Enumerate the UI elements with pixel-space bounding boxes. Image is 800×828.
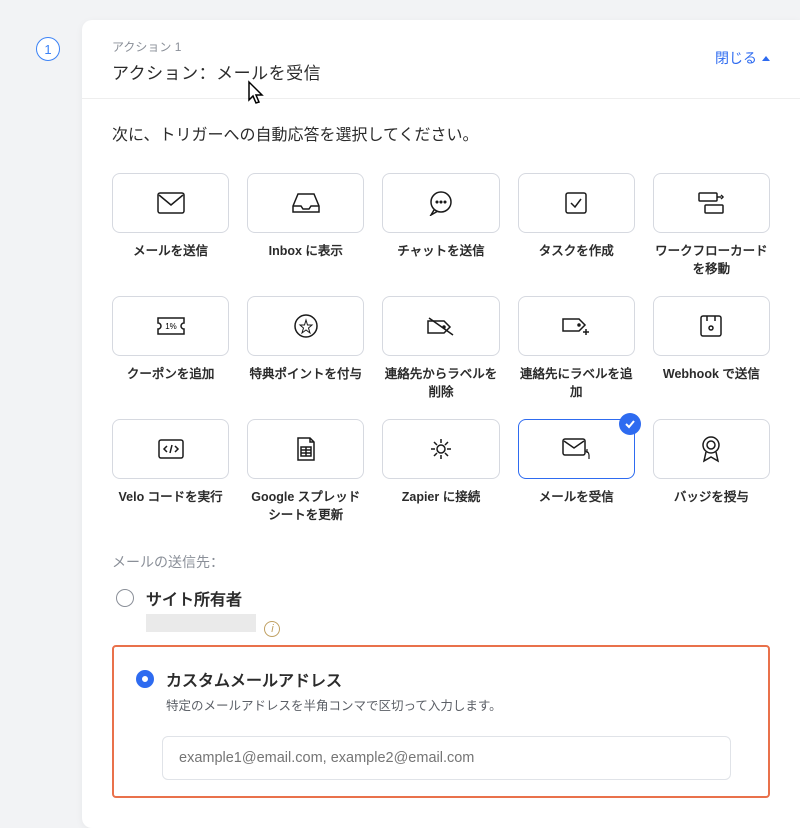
radio-label: カスタムメールアドレス <box>166 667 502 691</box>
highlighted-section: カスタムメールアドレス 特定のメールアドレスを半角コンマで区切って入力します。 <box>112 645 770 798</box>
tile-chat[interactable]: チャットを送信 <box>382 173 499 278</box>
tile-label: Velo コードを実行 <box>112 489 229 507</box>
label-remove-icon <box>426 315 456 337</box>
radio-site-owner[interactable]: サイト所有者 i <box>116 586 770 637</box>
mail-icon <box>157 192 185 214</box>
task-icon <box>564 191 588 215</box>
tile-label: 特典ポイントを付与 <box>247 366 364 384</box>
tile-coupon[interactable]: 1% クーポンを追加 <box>112 296 229 401</box>
action-card: アクション 1 アクション：メールを受信 閉じる 次に、トリガーへの自動応答を選… <box>82 20 800 828</box>
tile-workflow[interactable]: ワークフローカードを移動 <box>653 173 770 278</box>
tile-send-email[interactable]: メールを送信 <box>112 173 229 278</box>
tile-task[interactable]: タスクを作成 <box>518 173 635 278</box>
radio-input[interactable] <box>136 670 154 688</box>
tile-zapier[interactable]: Zapier に接続 <box>382 419 499 524</box>
chat-icon <box>427 190 455 216</box>
tile-label: Google スプレッドシートを更新 <box>247 489 364 524</box>
workflow-icon <box>697 191 725 215</box>
zapier-icon <box>428 436 454 462</box>
badge-icon <box>700 435 722 463</box>
coupon-icon: 1% <box>156 316 186 336</box>
prompt-text: 次に、トリガーへの自動応答を選択してください。 <box>112 121 770 145</box>
tile-label: Zapier に接続 <box>382 489 499 507</box>
mail-receive-icon <box>561 437 591 461</box>
tile-inbox[interactable]: Inbox に表示 <box>247 173 364 278</box>
svg-text:1%: 1% <box>165 322 177 331</box>
tile-label: バッジを授与 <box>653 489 770 507</box>
radio-sublabel: 特定のメールアドレスを半角コンマで区切って入力します。 <box>166 695 502 714</box>
tile-velo[interactable]: Velo コードを実行 <box>112 419 229 524</box>
radio-label: サイト所有者 <box>146 592 242 609</box>
radio-custom-email[interactable]: カスタムメールアドレス 特定のメールアドレスを半角コンマで区切って入力します。 <box>136 667 750 714</box>
recipient-section-label: メールの送信先： <box>112 552 770 572</box>
star-icon <box>293 313 319 339</box>
tile-receive-email[interactable]: メールを受信 <box>518 419 635 524</box>
tile-label-remove[interactable]: 連絡先からラベルを削除 <box>382 296 499 401</box>
custom-email-input[interactable] <box>162 736 731 780</box>
action-subtitle: アクション 1 <box>112 38 321 55</box>
tile-label: Inbox に表示 <box>247 243 364 261</box>
check-icon <box>619 413 641 435</box>
webhook-icon <box>698 313 724 339</box>
action-grid: メールを送信 Inbox に表示 チャットを送信 <box>112 173 770 524</box>
radio-input[interactable] <box>116 589 134 607</box>
close-label: 閉じる <box>715 48 757 68</box>
tile-label: メールを送信 <box>112 243 229 261</box>
tile-points[interactable]: 特典ポイントを付与 <box>247 296 364 401</box>
code-icon <box>157 438 185 460</box>
tile-label: メールを受信 <box>518 489 635 507</box>
tile-webhook[interactable]: Webhook で送信 <box>653 296 770 401</box>
tile-label: チャットを送信 <box>382 243 499 261</box>
tile-label: ワークフローカードを移動 <box>653 243 770 278</box>
tile-badge[interactable]: バッジを授与 <box>653 419 770 524</box>
card-header: アクション 1 アクション：メールを受信 閉じる <box>82 20 800 99</box>
tile-label: タスクを作成 <box>518 243 635 261</box>
action-title: アクション：メールを受信 <box>112 59 321 84</box>
tile-label: Webhook で送信 <box>653 366 770 384</box>
tile-label-add[interactable]: 連絡先にラベルを追加 <box>518 296 635 401</box>
chevron-up-icon <box>762 56 770 61</box>
label-add-icon <box>561 315 591 337</box>
tile-label: クーポンを追加 <box>112 366 229 384</box>
tile-label: 連絡先にラベルを追加 <box>518 366 635 401</box>
tile-label: 連絡先からラベルを削除 <box>382 366 499 401</box>
info-icon[interactable]: i <box>264 621 280 637</box>
tile-sheets[interactable]: Google スプレッドシートを更新 <box>247 419 364 524</box>
redacted-placeholder <box>146 614 256 632</box>
inbox-icon <box>292 192 320 214</box>
step-number-badge: 1 <box>36 37 60 61</box>
close-button[interactable]: 閉じる <box>715 48 770 68</box>
sheet-icon <box>295 436 317 462</box>
